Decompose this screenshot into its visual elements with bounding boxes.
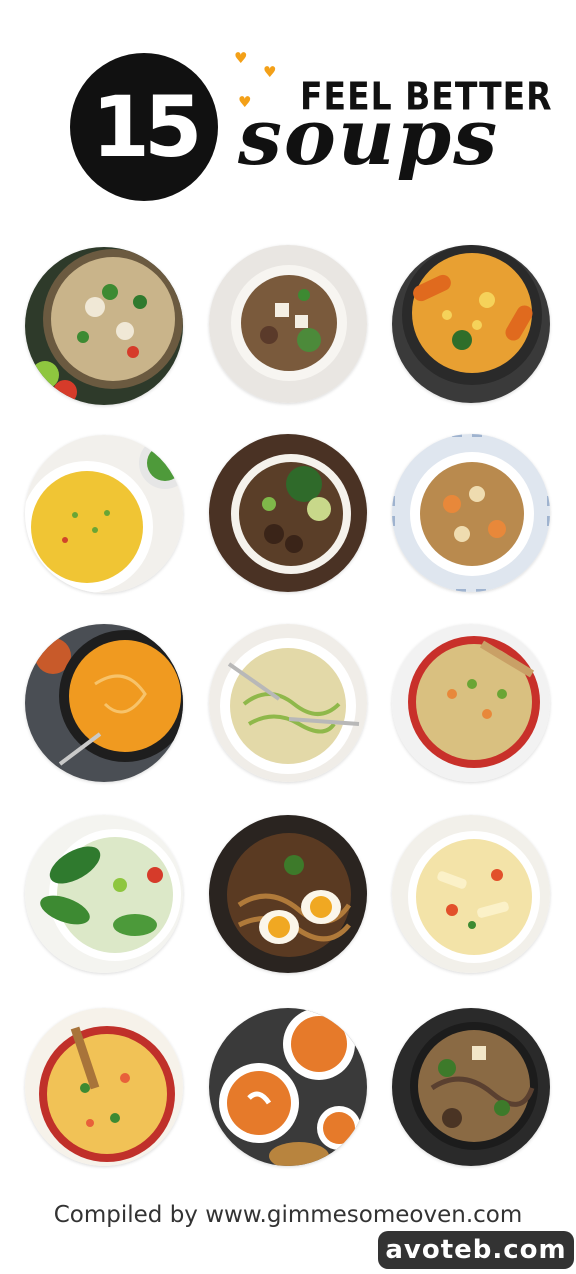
soup-photo-spicy-ramen[interactable] [209,434,367,592]
footer-credit: Compiled by www.gimmesomeoven.com [53,1202,523,1228]
soup-photo-miso-soba[interactable] [209,245,367,403]
soup-photo-zucchini-noodle[interactable] [209,624,367,782]
watermark: avoteb.com [378,1231,574,1269]
soup-photo-soba-mushroom[interactable] [392,1008,550,1166]
soup-grid [0,0,576,1274]
soup-photo-butternut-squash[interactable] [25,624,183,782]
soup-photo-chicken-noodle-egg[interactable] [392,815,550,973]
soup-photo-tomato-bisque[interactable] [209,1008,367,1166]
soup-photo-pho[interactable] [25,247,183,405]
soup-photo-egg-drop[interactable] [25,435,183,593]
soup-photo-veggie-pho[interactable] [25,815,183,973]
soup-photo-chicken-rice[interactable] [392,624,550,782]
soup-photo-ramen-egg[interactable] [209,815,367,973]
soup-photo-coconut-curry[interactable] [25,1008,183,1166]
soup-photo-chicken-noodle[interactable] [392,434,550,592]
soup-photo-chicken-vegetable[interactable] [392,245,550,403]
